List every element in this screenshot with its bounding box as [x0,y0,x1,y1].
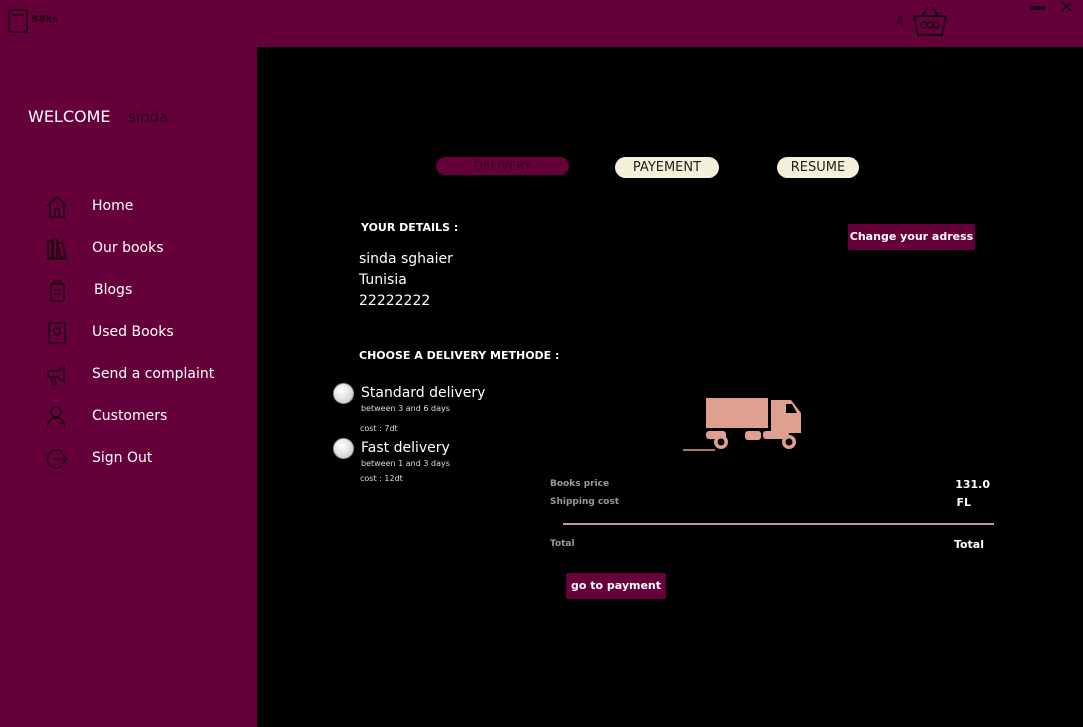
sidebar-item-home[interactable]: Home [44,192,244,222]
tab-resume[interactable]: RESUME [777,157,859,178]
standard-delivery-cost: cost : 7dt [360,424,398,433]
standard-delivery-radio[interactable] [333,383,354,404]
customer-name: sinda sghaier [359,251,453,267]
fast-delivery-cost: cost : 12dt [360,474,403,483]
app-title: B8ks [31,14,59,25]
sidebar: WELCOME sinda Home Our books Blogs Used … [0,47,257,727]
shipping-cost-value: FL [956,496,971,509]
change-address-button[interactable]: Change your adress [848,224,975,250]
complaint-icon [47,364,65,386]
details-title: YOUR DETAILS : [361,221,459,234]
cart-count: 4 [896,15,905,30]
sidebar-item-label: Customers [92,408,168,424]
minimize-button[interactable] [1031,6,1045,10]
total-label: Total [550,539,575,549]
customer-phone: 22222222 [359,293,431,309]
customers-icon [46,406,66,428]
used-book-icon [48,322,66,344]
sidebar-item-used-books[interactable]: Used Books [44,318,244,348]
books-price-value: 131.0 [955,478,990,491]
home-icon [46,195,68,218]
delivery-method-title: CHOOSE A DELIVERY METHODE : [359,349,560,362]
fast-delivery-delay: between 1 and 3 days [361,459,450,468]
sign-out-icon [46,449,69,469]
sidebar-item-label: Sign Out [92,450,153,466]
sidebar-item-our-books[interactable]: Our books [44,234,244,264]
total-value: Total [953,538,984,551]
blog-icon [50,280,65,302]
tab-payment[interactable]: PAYEMENT [615,157,719,178]
sidebar-item-label: Used Books [92,324,174,340]
welcome-label: WELCOME [28,107,111,126]
sidebar-item-customers[interactable]: Customers [44,402,244,432]
sidebar-item-sign-out[interactable]: Sign Out [44,444,244,474]
customer-country: Tunisia [359,272,407,288]
sidebar-item-blogs[interactable]: Blogs [44,276,244,306]
go-to-payment-button[interactable]: go to payment [566,573,666,599]
basket-icon[interactable] [912,5,948,37]
delivery-truck-icon [683,398,801,451]
sidebar-item-label: Blogs [94,282,133,298]
title-bar: B8ks 4 ✕ [0,0,1083,47]
fast-delivery-radio[interactable] [333,438,354,459]
fast-delivery-label: Fast delivery [361,440,450,456]
close-button[interactable]: ✕ [1059,0,1074,19]
book-logo-icon [8,9,28,33]
books-price-label: Books price [550,479,610,489]
sidebar-item-label: Send a complaint [92,366,215,382]
books-icon [46,238,68,260]
sidebar-item-label: Home [92,198,134,214]
sidebar-item-label: Our books [92,240,164,256]
username: sinda [128,108,169,126]
sidebar-item-send-complaint[interactable]: Send a complaint [44,360,244,390]
summary-divider [563,523,994,525]
standard-delivery-delay: between 3 and 6 days [361,404,450,413]
shipping-cost-label: Shipping cost [550,497,620,507]
tab-delivery[interactable]: DELIVERY [436,157,569,175]
standard-delivery-label: Standard delivery [361,385,486,401]
